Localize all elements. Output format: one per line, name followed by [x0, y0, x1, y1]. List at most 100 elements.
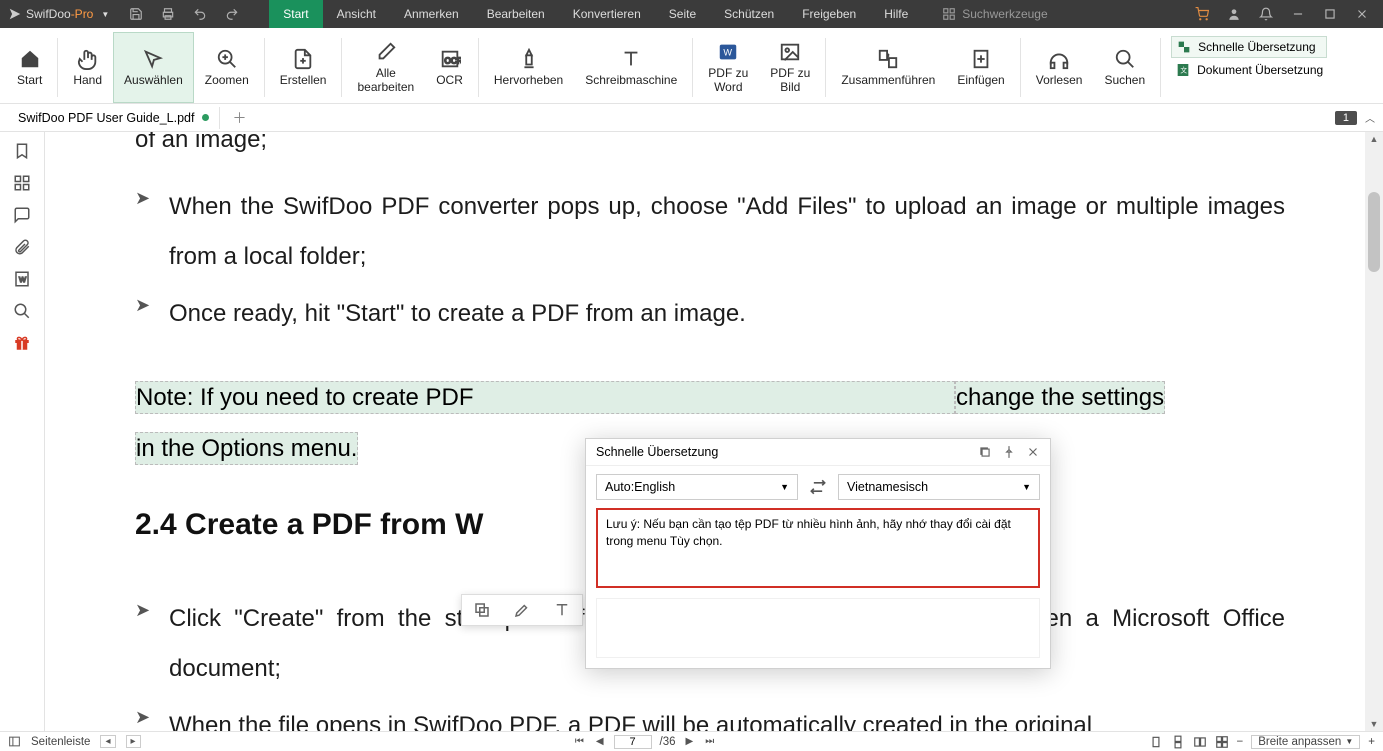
- page-view[interactable]: of an image; ➤When the SwifDoo PDF conve…: [45, 132, 1383, 731]
- scroll-down-icon[interactable]: ▼: [1365, 719, 1383, 729]
- user-icon[interactable]: [1227, 7, 1241, 21]
- print-icon[interactable]: [161, 7, 175, 21]
- sidebar-toggle-icon[interactable]: [8, 735, 21, 748]
- cursor-icon: [142, 48, 164, 70]
- word-export-icon[interactable]: W: [13, 270, 31, 288]
- scroll-up-icon[interactable]: ▲: [1365, 134, 1383, 144]
- maximize-icon[interactable]: [1323, 7, 1337, 21]
- svg-text:W: W: [724, 48, 733, 58]
- document-tab[interactable]: SwifDoo PDF User Guide_L.pdf: [8, 107, 220, 129]
- close-icon[interactable]: [1026, 445, 1040, 459]
- menu-page[interactable]: Seite: [655, 0, 710, 28]
- menu-annotate[interactable]: Anmerken: [390, 0, 473, 28]
- pin-icon[interactable]: [1002, 445, 1016, 459]
- chevron-right-icon: ➤: [135, 699, 169, 731]
- menu-start[interactable]: Start: [269, 0, 322, 28]
- search-tools[interactable]: Suchwerkzeuge: [942, 7, 1047, 21]
- ribbon-insert[interactable]: Einfügen: [946, 32, 1015, 103]
- gift-icon[interactable]: [13, 334, 31, 352]
- ribbon-quick-translate[interactable]: Schnelle Übersetzung: [1171, 36, 1327, 58]
- menu-help[interactable]: Hilfe: [870, 0, 922, 28]
- ribbon-to-image[interactable]: PDF zu Bild: [759, 32, 821, 103]
- undo-icon[interactable]: [193, 7, 207, 21]
- two-page-icon[interactable]: [1193, 735, 1207, 749]
- attachment-icon[interactable]: [13, 238, 31, 256]
- ribbon-read[interactable]: Vorlesen: [1025, 32, 1094, 103]
- last-page-button[interactable]: ⏭: [703, 736, 716, 747]
- ribbon-browse[interactable]: Suchen: [1093, 32, 1156, 103]
- zoom-out-button[interactable]: −: [1237, 736, 1244, 748]
- menu-view[interactable]: Ansicht: [323, 0, 390, 28]
- target-language-select[interactable]: Vietnamesisch▼: [838, 474, 1040, 500]
- redo-icon[interactable]: [225, 7, 239, 21]
- create-icon: [292, 48, 314, 70]
- single-page-icon[interactable]: [1149, 735, 1163, 749]
- close-icon[interactable]: [1355, 7, 1369, 21]
- vertical-scrollbar[interactable]: ▲ ▼: [1365, 132, 1383, 731]
- thumbnails-icon[interactable]: [13, 174, 31, 192]
- ocr-icon: OCR: [439, 48, 461, 70]
- window-restore-icon[interactable]: [978, 445, 992, 459]
- workspace: W of an image; ➤When the SwifDoo PDF con…: [0, 132, 1383, 731]
- continuous-icon[interactable]: [1171, 735, 1185, 749]
- sidebar-prev[interactable]: ◂: [100, 735, 115, 748]
- sidebar-next[interactable]: ▸: [126, 735, 141, 748]
- source-language-select[interactable]: Auto:English▼: [596, 474, 798, 500]
- ribbon-zoom[interactable]: Zoomen: [194, 32, 260, 103]
- copy-icon[interactable]: [473, 601, 491, 619]
- text-icon[interactable]: [553, 601, 571, 619]
- ribbon-merge[interactable]: Zusammenführen: [830, 32, 946, 103]
- prev-page-button[interactable]: ◀: [594, 736, 606, 747]
- ribbon-highlight[interactable]: Hervorheben: [483, 32, 574, 103]
- quick-access-toolbar: [129, 7, 239, 21]
- insert-icon: [970, 48, 992, 70]
- ribbon-select[interactable]: Auswählen: [113, 32, 194, 103]
- two-page-cont-icon[interactable]: [1215, 735, 1229, 749]
- menu-edit[interactable]: Bearbeiten: [473, 0, 559, 28]
- statusbar: Seitenleiste ◂ ▸ ⏮ ◀ /36 ▶ ⏭ − Breite an…: [0, 731, 1383, 751]
- total-pages: /36: [660, 736, 676, 748]
- chevron-right-icon: ➤: [135, 180, 169, 281]
- zoom-in-button[interactable]: +: [1368, 736, 1375, 748]
- save-icon[interactable]: [129, 7, 143, 21]
- ribbon-home[interactable]: Start: [6, 32, 53, 103]
- ribbon: Start Hand Auswählen Zoomen Erstellen Al…: [0, 28, 1383, 104]
- ribbon-edit-all[interactable]: Alle bearbeiten: [346, 32, 425, 103]
- new-tab-button[interactable]: ＋: [232, 108, 246, 128]
- comment-icon[interactable]: [13, 206, 31, 224]
- ribbon-doc-translate[interactable]: 文 Dokument Übersetzung: [1171, 60, 1327, 80]
- unsaved-dot-icon: [202, 114, 209, 121]
- ribbon-to-word[interactable]: WPDF zu Word: [697, 32, 759, 103]
- next-page-button[interactable]: ▶: [684, 736, 696, 747]
- collapse-ribbon-icon[interactable]: ︿: [1365, 110, 1375, 125]
- swap-languages-icon[interactable]: [808, 477, 828, 497]
- highlighter-icon[interactable]: [513, 601, 531, 619]
- menu-protect[interactable]: Schützen: [710, 0, 788, 28]
- titlebar-right: [1195, 7, 1383, 21]
- sidebar-label[interactable]: Seitenleiste: [31, 736, 90, 748]
- app-logo: SwifDoo-Pro ▼: [8, 7, 109, 21]
- scroll-thumb[interactable]: [1368, 192, 1380, 272]
- first-page-button[interactable]: ⏮: [573, 736, 586, 747]
- selection-toolbar: [461, 594, 583, 626]
- page-badge: 1: [1335, 111, 1357, 125]
- ribbon-typewriter[interactable]: Schreibmaschine: [574, 32, 688, 103]
- menu-convert[interactable]: Konvertieren: [559, 0, 655, 28]
- main-menu: Start Ansicht Anmerken Bearbeiten Konver…: [269, 0, 922, 28]
- bell-icon[interactable]: [1259, 7, 1273, 21]
- ribbon-create[interactable]: Erstellen: [269, 32, 338, 103]
- image-icon: [779, 41, 801, 63]
- ribbon-hand[interactable]: Hand: [62, 32, 113, 103]
- zoom-select[interactable]: Breite anpassen▼: [1251, 735, 1360, 749]
- brand-dropdown-icon[interactable]: ▼: [101, 10, 109, 19]
- find-icon[interactable]: [13, 302, 31, 320]
- current-page-input[interactable]: [614, 735, 652, 749]
- hand-icon: [77, 48, 99, 70]
- cart-icon[interactable]: [1195, 7, 1209, 21]
- menu-share[interactable]: Freigeben: [788, 0, 870, 28]
- minimize-icon[interactable]: [1291, 7, 1305, 21]
- ribbon-ocr[interactable]: OCROCR: [425, 32, 474, 103]
- merge-icon: [877, 48, 899, 70]
- chevron-right-icon: ➤: [135, 287, 169, 337]
- bookmark-icon[interactable]: [13, 142, 31, 160]
